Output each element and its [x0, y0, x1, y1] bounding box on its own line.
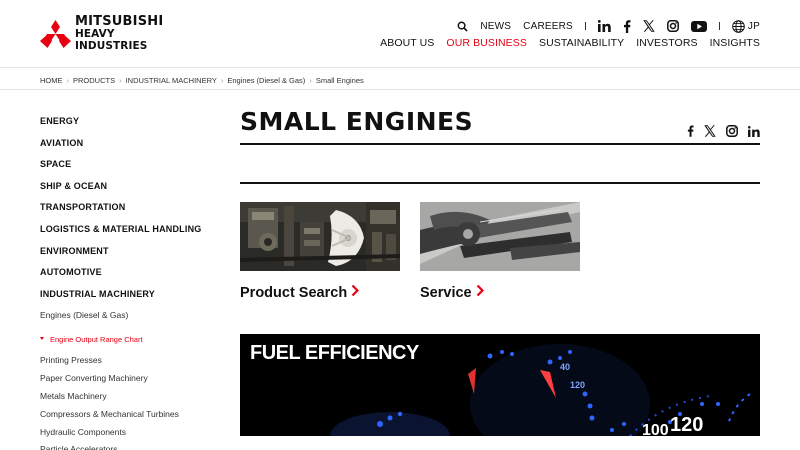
chevron-right-icon: [476, 284, 484, 302]
search-icon[interactable]: [457, 21, 469, 32]
caret-down-icon: [40, 337, 44, 341]
brand-logo[interactable]: MITSUBISHI HEAVY INDUSTRIES: [40, 14, 188, 52]
sidebar-item-aviation[interactable]: AVIATION: [40, 134, 220, 156]
nav-insights[interactable]: INSIGHTS: [710, 37, 760, 49]
share-icons: [687, 124, 760, 142]
sidebar-item-automotive[interactable]: AUTOMOTIVE: [40, 263, 220, 285]
fuel-efficiency-banner[interactable]: 40 120 FUEL EFFICIENCY 100 120: [240, 334, 760, 436]
service-card[interactable]: Service: [420, 202, 580, 302]
instagram-icon[interactable]: [666, 20, 679, 32]
sidebar-item-transportation[interactable]: TRANSPORTATION: [40, 198, 220, 220]
service-text: Service: [420, 285, 472, 301]
linkedin-icon[interactable]: [747, 124, 760, 142]
careers-link[interactable]: CAREERS: [523, 21, 573, 32]
brand-wordmark: MITSUBISHI HEAVY INDUSTRIES: [75, 14, 188, 52]
breadcrumb: HOME › PRODUCTS › INDUSTRIAL MACHINERY › En…: [40, 76, 364, 85]
sidebar-sub-sub-item-label: Engine Output Range Chart: [50, 335, 143, 345]
sidebar-item-compressors[interactable]: Compressors & Mechanical Turbines: [40, 406, 220, 424]
sidebar-sub-sub-item-output-chart[interactable]: Engine Output Range Chart: [40, 328, 220, 352]
breadcrumb-separator: ›: [119, 76, 122, 85]
section-divider: [240, 182, 760, 184]
x-icon[interactable]: [704, 124, 716, 142]
site-header: MITSUBISHI HEAVY INDUSTRIES NEWS CAREERS: [0, 0, 800, 68]
instagram-icon[interactable]: [726, 124, 738, 142]
breadcrumb-separator: ›: [66, 76, 70, 85]
brand-name-line1: MITSUBISHI: [75, 14, 164, 29]
utility-bar: NEWS CAREERS JP: [445, 18, 760, 34]
sidebar-item-hydraulic[interactable]: Hydraulic Components: [40, 424, 220, 442]
sidebar-item-industrial-machinery[interactable]: INDUSTRIAL MACHINERY: [40, 285, 220, 307]
chevron-right-icon: [351, 284, 360, 302]
breadcrumb-divider: [0, 89, 800, 90]
nav-our-business[interactable]: OUR BUSINESS: [446, 37, 527, 49]
product-search-text: Product Search: [240, 285, 348, 301]
product-search-card[interactable]: Product Search: [240, 202, 400, 302]
x-icon[interactable]: [643, 20, 655, 32]
banner-title: FUEL EFFICIENCY: [250, 342, 419, 364]
youtube-icon[interactable]: [690, 20, 707, 32]
linkedin-icon[interactable]: [597, 20, 611, 32]
sidebar-sub-item-engines[interactable]: Engines (Diesel & Gas): [40, 306, 220, 328]
sidebar-item-space[interactable]: SPACE: [40, 155, 220, 177]
main-navigation: ABOUT US OUR BUSINESS SUSTAINABILITY INV…: [380, 37, 760, 49]
nav-about-us[interactable]: ABOUT US: [380, 37, 434, 49]
divider: [584, 22, 586, 30]
breadcrumb-home[interactable]: HOME: [40, 76, 63, 85]
nav-sustainability[interactable]: SUSTAINABILITY: [539, 37, 624, 49]
facebook-icon[interactable]: [623, 19, 631, 33]
facebook-icon[interactable]: [687, 124, 694, 142]
sidebar-item-printing-presses[interactable]: Printing Presses: [40, 352, 220, 370]
svg-text:40: 40: [560, 362, 570, 372]
breadcrumb-engines[interactable]: Engines (Diesel & Gas): [227, 76, 305, 85]
breadcrumb-separator: ›: [220, 76, 224, 85]
globe-icon[interactable]: [732, 19, 745, 33]
nav-investors[interactable]: INVESTORS: [636, 37, 697, 49]
sidebar-item-metals-machinery[interactable]: Metals Machinery: [40, 388, 220, 406]
sidebar-item-environment[interactable]: ENVIRONMENT: [40, 242, 220, 264]
sidebar-item-energy[interactable]: ENERGY: [40, 112, 220, 134]
news-link[interactable]: NEWS: [480, 21, 511, 32]
three-diamonds-logo-icon: [40, 20, 71, 48]
language-switch[interactable]: JP: [748, 21, 760, 32]
svg-text:120: 120: [570, 380, 585, 390]
wrench-photo: [420, 202, 580, 271]
brand-name-line2: HEAVY INDUSTRIES: [75, 28, 148, 52]
divider: [718, 22, 720, 30]
title-divider: [240, 143, 760, 145]
sidebar-item-paper-converting[interactable]: Paper Converting Machinery: [40, 370, 220, 388]
breadcrumb-industrial-machinery[interactable]: INDUSTRIAL MACHINERY: [126, 76, 217, 85]
gauge-number: 120: [670, 414, 704, 436]
breadcrumb-separator: ›: [309, 76, 312, 85]
product-search-label[interactable]: Product Search: [240, 284, 400, 302]
engine-photo: [240, 202, 400, 271]
service-label[interactable]: Service: [420, 284, 580, 302]
sidebar-item-logistics[interactable]: LOGISTICS & MATERIAL HANDLING: [40, 220, 220, 242]
breadcrumb-current: Small Engines: [315, 76, 364, 85]
page-title: SMALL ENGINES: [240, 107, 474, 136]
sidebar-item-ship-ocean[interactable]: SHIP & OCEAN: [40, 177, 220, 199]
sidebar-item-particle-accelerators[interactable]: Particle Accelerators: [40, 441, 220, 450]
breadcrumb-products[interactable]: PRODUCTS: [73, 76, 115, 85]
gauge-number: 100: [642, 422, 669, 436]
sidebar: ENERGY AVIATION SPACE SHIP & OCEAN TRANS…: [40, 112, 220, 450]
